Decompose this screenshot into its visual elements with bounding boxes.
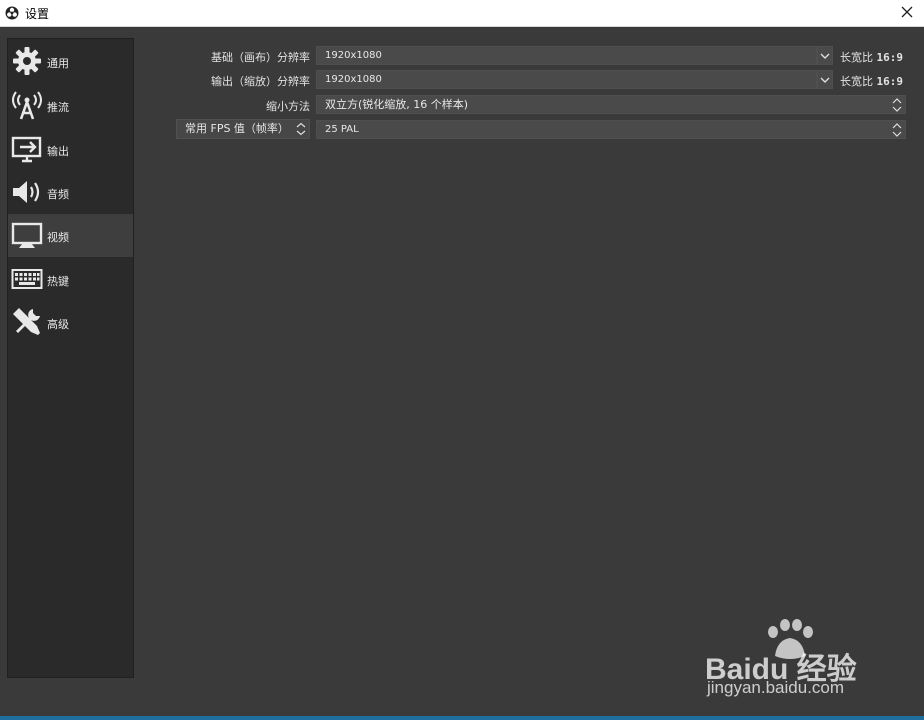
fps-type-select[interactable]: 常用 FPS 值（帧率） xyxy=(176,119,310,139)
watermark-domain: jingyan.baidu.com xyxy=(707,678,845,697)
sidebar-item-label: 输出 xyxy=(47,145,69,158)
taskbar-accent xyxy=(0,716,924,720)
output-resolution-label: 输出（缩放）分辨率 xyxy=(211,75,310,88)
sidebar-item-audio[interactable]: 音频 xyxy=(8,171,133,214)
output-resolution-combo[interactable]: 1920x1080 xyxy=(316,70,817,89)
sidebar-item-output[interactable]: 输出 xyxy=(8,128,133,171)
fps-type-label: 常用 FPS 值（帧率） xyxy=(185,122,289,135)
tools-icon xyxy=(13,308,40,335)
sidebar-item-label: 视频 xyxy=(47,231,69,244)
keyboard-icon xyxy=(11,269,43,289)
base-aspect-ratio: 长宽比 16:9 xyxy=(840,49,903,65)
broadcast-antenna-icon xyxy=(12,91,42,120)
monitor-icon xyxy=(11,222,43,248)
chevron-down-icon xyxy=(820,53,830,59)
chevron-down-icon xyxy=(820,77,830,83)
aspect-ratio-value: 16:9 xyxy=(876,75,904,88)
close-icon[interactable] xyxy=(898,3,916,21)
title-bar: 设置 xyxy=(0,0,924,27)
aspect-ratio-label: 长宽比 xyxy=(840,51,873,64)
speaker-icon xyxy=(13,181,40,203)
obs-logo-icon xyxy=(5,6,19,20)
sidebar-item-label: 热键 xyxy=(47,275,69,288)
sidebar-item-advanced[interactable]: 高级 xyxy=(8,301,133,344)
updown-arrows-icon xyxy=(892,123,902,137)
monitor-output-icon xyxy=(11,136,42,163)
gear-icon xyxy=(13,47,41,75)
sidebar-item-label: 推流 xyxy=(47,101,69,114)
sidebar-item-general[interactable]: 通用 xyxy=(8,40,133,83)
updown-arrows-icon xyxy=(296,122,306,136)
output-resolution-dropdown[interactable] xyxy=(817,70,833,89)
aspect-ratio-value: 16:9 xyxy=(876,51,904,64)
fps-value-select[interactable]: 25 PAL xyxy=(316,120,906,139)
downscale-filter-label: 缩小方法 xyxy=(266,100,310,113)
sidebar-item-hotkeys[interactable]: 热键 xyxy=(8,258,133,301)
base-resolution-dropdown[interactable] xyxy=(817,46,833,65)
sidebar-item-video[interactable]: 视频 xyxy=(8,214,133,257)
sidebar-item-stream[interactable]: 推流 xyxy=(8,84,133,127)
updown-arrows-icon xyxy=(892,98,902,112)
base-resolution-combo[interactable]: 1920x1080 xyxy=(316,46,817,65)
settings-sidebar: 通用 推流 输出 音频 视频 热键 高级 xyxy=(7,38,134,678)
baidu-jingyan-watermark: Baidu 经验 jingyan.baidu.com xyxy=(705,618,905,703)
downscale-filter-select[interactable]: 双立方(锐化缩放, 16 个样本) xyxy=(316,95,906,114)
sidebar-item-label: 通用 xyxy=(47,57,69,70)
output-aspect-ratio: 长宽比 16:9 xyxy=(840,73,903,89)
window-title: 设置 xyxy=(25,7,50,21)
aspect-ratio-label: 长宽比 xyxy=(840,75,873,88)
base-resolution-label: 基础（画布）分辨率 xyxy=(211,51,310,64)
sidebar-item-label: 高级 xyxy=(47,318,69,331)
sidebar-item-label: 音频 xyxy=(47,188,69,201)
